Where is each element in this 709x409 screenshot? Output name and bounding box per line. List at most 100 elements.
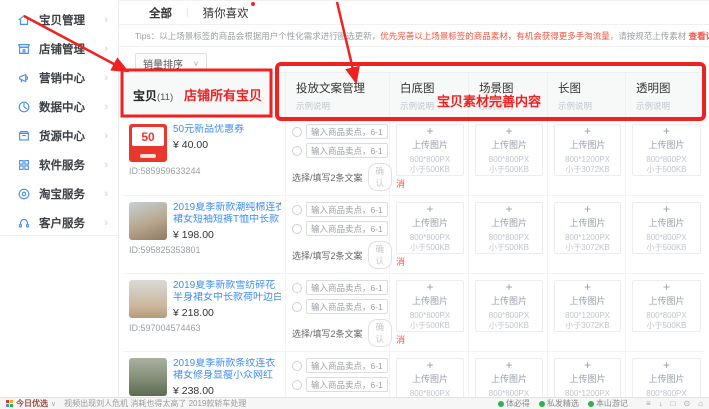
upload-box[interactable]: + 上传图片 800*800PX 小于500KB [396, 280, 464, 332]
copy-hint: 选择/填写2条文案 [292, 249, 363, 262]
selling-point-input[interactable] [306, 377, 388, 392]
confirm-button[interactable]: 确认 [368, 241, 393, 269]
taskbar-quick-item[interactable]: 本山游记 [588, 398, 628, 409]
tab-all[interactable]: 全部 [149, 5, 172, 21]
home-icon[interactable]: ⌂ [698, 399, 703, 408]
upload-box[interactable]: + 上传图片 800*800PX 小于500KB [475, 202, 543, 254]
example-link[interactable]: 示例说明 [400, 100, 468, 112]
product-title-link[interactable]: 2019夏季新款潮纯棉连衣裙女短袖短裤T恤中长款 [173, 202, 281, 226]
checkbox[interactable] [292, 380, 302, 390]
view-details-link[interactable]: 查看详情> [689, 31, 709, 41]
product-thumbnail[interactable] [129, 358, 167, 396]
toolbar: 销量排序 ∨ [119, 46, 709, 72]
copy-hint: 选择/填写2条文案 [292, 327, 363, 340]
menu-icon[interactable]: ≡ [646, 399, 651, 408]
table-row: 2019夏季新款潮纯棉连衣裙女短袖短裤T恤中长款 ¥ 198.00 ID:595… [123, 196, 705, 274]
upload-box[interactable]: + 上传图片 800*800PX 小于500KB [475, 124, 543, 176]
chevron-right-icon: › [104, 159, 108, 171]
green-dot-icon [498, 401, 504, 407]
sidebar-item-taobao-service[interactable]: 淘宝服务 › [0, 179, 118, 208]
tips-highlight: 优先完善以上场景标签的商品素材，有机会获得更多手淘流量 [380, 31, 610, 41]
checkbox[interactable] [292, 205, 302, 215]
sidebar-item-item-manage[interactable]: 宝贝管理 › [0, 5, 118, 34]
example-link[interactable]: 示例说明 [296, 100, 389, 112]
plus-icon: + [584, 360, 591, 371]
selling-point-input[interactable] [306, 299, 388, 314]
long-upload-cell: + 上传图片 800*1200PX 小于3072KB [548, 196, 626, 273]
table-header: 宝贝(11) 投放文案管理 示例说明 白底图 示例说明 场景图 示例说明 长图 … [123, 72, 705, 118]
upload-box[interactable]: + 上传图片 800*800PX 小于500KB [396, 202, 464, 254]
sidebar-item-data-center[interactable]: 数据中心 › [0, 92, 118, 121]
product-price: ¥ 218.00 [173, 307, 281, 319]
tab-divider: | [186, 7, 189, 18]
product-price: ¥ 198.00 [173, 229, 281, 241]
checkbox[interactable] [292, 302, 302, 312]
checkbox[interactable] [292, 127, 302, 137]
product-title-link[interactable]: 50元新品优惠券 [173, 124, 244, 136]
sidebar-item-marketing-center[interactable]: 营销中心 › [0, 63, 118, 92]
news-ticker[interactable]: 视频出现刘人危机 消耗也得太高了 2019款轿车处理 [64, 398, 481, 409]
checkbox[interactable] [292, 361, 302, 371]
chevron-right-icon: › [104, 130, 108, 142]
upload-box[interactable]: + 上传图片 800*1200PX 小于3072KB [554, 124, 621, 176]
upload-box[interactable]: + 上传图片 800*800PX 小于500KB [475, 280, 543, 332]
selling-point-input[interactable] [306, 124, 388, 139]
upload-box[interactable]: + 上传图片 800*800PX 小于500KB [632, 202, 701, 254]
sidebar-item-software-service[interactable]: 软件服务 › [0, 150, 118, 179]
window-icon[interactable]: □ [671, 399, 676, 408]
clock-icon[interactable]: ⊙ [683, 399, 690, 408]
checkbox[interactable] [292, 224, 302, 234]
selling-point-input[interactable] [306, 202, 388, 217]
sidebar-item-shop-manage[interactable]: 店铺管理 › [0, 34, 118, 63]
green-dot-icon [588, 401, 594, 407]
selling-point-input[interactable] [306, 143, 388, 158]
product-title-link[interactable]: 2019夏季新款雪纺碎花半身裙女中长款荷叶边白 [173, 280, 281, 304]
product-thumbnail[interactable] [129, 202, 167, 240]
white-bg-upload-cell: + 上传图片 800*800PX 小于500KB [390, 196, 469, 273]
header-product: 宝贝(11) [123, 73, 286, 117]
megaphone-icon [17, 71, 31, 85]
download-icon[interactable]: ↓ [659, 399, 663, 408]
product-title-link[interactable]: 2019夏季新款条纹连衣裙女修身显瘦小众网红 [173, 358, 275, 382]
taskbar-tool-icons: ≡ ↓ □ ⊙ ⌂ [638, 399, 703, 408]
example-link[interactable]: 示例说明 [558, 100, 625, 112]
upload-box[interactable]: + 上传图片 800*1200PX 小于3072KB [554, 280, 621, 332]
taskbar-quick-item[interactable]: 体必得 [498, 398, 530, 409]
upload-box[interactable]: + 上传图片 800*1200PX 小于3072KB [554, 202, 621, 254]
product-thumbnail[interactable]: 50 [129, 124, 167, 162]
tips-banner: Tips：以上场景标签的商品会根据用户个性化需求进行圈选更新，优先完善以上场景标… [119, 26, 709, 46]
plus-icon: + [505, 204, 512, 215]
bottom-taskbar: 今日优选 ∨ 视频出现刘人危机 消耗也得太高了 2019款轿车处理 体必得 私发… [0, 397, 709, 409]
sidebar-item-customer-service[interactable]: 客户服务 › [0, 208, 118, 237]
sort-select[interactable]: 销量排序 ∨ [135, 53, 207, 74]
confirm-button[interactable]: 确认 [368, 163, 393, 191]
header-long-image: 长图 示例说明 [548, 73, 626, 117]
chevron-down-icon: ∨ [51, 400, 56, 408]
selling-point-input[interactable] [306, 221, 388, 236]
plus-icon: + [505, 360, 512, 371]
confirm-button[interactable]: 确认 [368, 319, 393, 347]
upload-box[interactable]: + 上传图片 800*800PX 小于500KB [632, 280, 701, 332]
checkbox[interactable] [292, 283, 302, 293]
product-price: ¥ 40.00 [173, 139, 244, 151]
plus-icon: + [584, 126, 591, 137]
example-link[interactable]: 示例说明 [479, 100, 547, 112]
tab-guess-you-like[interactable]: 猜你喜欢 [203, 5, 249, 21]
example-link[interactable]: 示例说明 [636, 100, 705, 112]
notification-dot [251, 2, 255, 6]
upload-box[interactable]: + 上传图片 800*800PX 小于500KB [396, 124, 464, 176]
checkbox[interactable] [292, 146, 302, 156]
product-thumbnail[interactable] [129, 280, 167, 318]
white-bg-upload-cell: + 上传图片 800*800PX 小于500KB [390, 274, 469, 351]
taskbar-quick-item[interactable]: 私发精选 [539, 398, 579, 409]
transparent-upload-cell: + 上传图片 800*800PX 小于500KB [626, 118, 705, 195]
plus-icon: + [426, 126, 433, 137]
selling-point-input[interactable] [306, 358, 388, 373]
chart-icon [17, 100, 31, 114]
selling-point-input[interactable] [306, 280, 388, 295]
upload-box[interactable]: + 上传图片 800*800PX 小于500KB [632, 124, 701, 176]
grid-icon [17, 158, 31, 172]
taskbar-grid-icon[interactable] [6, 400, 13, 407]
sidebar-item-supply-center[interactable]: 货源中心 › [0, 121, 118, 150]
taskbar-menu[interactable]: 今日优选 [16, 398, 48, 409]
